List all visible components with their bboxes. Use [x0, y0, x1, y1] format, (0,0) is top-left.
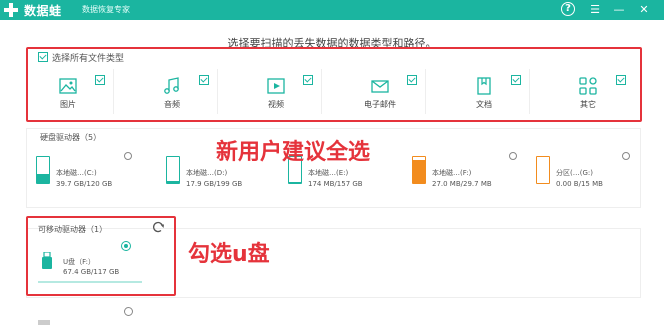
title-bar: 数据蛙 数据恢复专家 ? ☰ — ✕ [0, 0, 664, 20]
drive-radio[interactable] [622, 152, 630, 160]
drive-usage-fill [37, 174, 49, 183]
type-tile-audio[interactable]: 音频 [126, 69, 218, 114]
checkbox-icon[interactable] [616, 75, 626, 85]
menu-button[interactable]: ☰ [587, 2, 603, 18]
type-label: 音频 [164, 100, 180, 109]
drive-item[interactable]: 分区(…(G:) 0.00 B/15 MB [528, 150, 648, 195]
next-section-radio[interactable] [124, 307, 133, 316]
type-label: 文档 [476, 100, 492, 109]
document-icon [476, 77, 491, 95]
drive-size: 27.0 MB/29.7 MB [432, 180, 492, 188]
other-icon [579, 77, 597, 95]
checkbox-icon[interactable] [407, 75, 417, 85]
drive-size: 39.7 GB/120 GB [56, 180, 113, 188]
email-icon [370, 80, 389, 93]
checkbox-icon[interactable] [199, 75, 209, 85]
usb-drive-name: U盘（F:） [63, 258, 95, 266]
select-all-label: 选择所有文件类型 [52, 54, 125, 64]
drive-usage-fill [413, 159, 425, 183]
type-label: 图片 [60, 100, 76, 109]
drive-size: 174 MB/157 GB [308, 180, 363, 188]
drive-size: 0.00 B/15 MB [556, 180, 603, 188]
drive-name: 本地磁…(E:) [308, 169, 349, 177]
annotation-select-all: 新用户建议全选 [216, 140, 371, 165]
drive-name: 分区(…(G:) [556, 169, 593, 177]
drive-icon [36, 156, 50, 184]
drive-radio[interactable] [124, 152, 132, 160]
usb-drive-icon [42, 252, 52, 269]
usb-usage-bar [38, 281, 142, 283]
checkbox-icon[interactable] [303, 75, 313, 85]
drive-icon [536, 156, 550, 184]
usb-drive-size: 67.4 GB/117 GB [63, 268, 120, 276]
usb-drive-radio-selected[interactable] [121, 241, 131, 251]
drive-item[interactable]: 本地磁…(F:) 27.0 MB/29.7 MB [404, 150, 524, 195]
type-tile-email[interactable]: 电子邮件 [334, 69, 426, 114]
refresh-icon[interactable] [151, 220, 165, 234]
hard-disk-title: 硬盘驱动器（5） [40, 133, 102, 142]
drive-usage-fill [167, 180, 179, 183]
checkbox-icon[interactable] [511, 75, 521, 85]
drive-item[interactable]: 本地磁…(C:) 39.7 GB/120 GB [28, 150, 148, 195]
type-tile-documents[interactable]: 文档 [438, 69, 530, 114]
drive-size: 17.9 GB/199 GB [186, 180, 243, 188]
drive-icon [412, 156, 426, 184]
image-icon [58, 78, 77, 94]
removable-title: 可移动驱动器（1） [38, 225, 108, 234]
drive-usage-fill [289, 181, 301, 183]
drive-name: 本地磁…(F:) [432, 169, 472, 177]
minimize-button[interactable]: — [611, 2, 627, 18]
app-logo-icon [4, 3, 18, 17]
drive-name: 本地磁…(D:) [186, 169, 228, 177]
app-subtitle: 数据恢复专家 [82, 5, 130, 14]
help-button[interactable]: ? [561, 2, 575, 16]
type-label: 电子邮件 [364, 100, 396, 109]
type-label: 其它 [580, 100, 596, 109]
app-name: 数据蛙 [24, 4, 62, 18]
annotation-select-usb: 勾选u盘 [188, 242, 270, 267]
type-tile-other[interactable]: 其它 [542, 69, 634, 114]
next-section-icon [38, 320, 50, 325]
type-tile-video[interactable]: 视频 [230, 69, 322, 114]
audio-icon [163, 77, 179, 94]
type-tile-images[interactable]: 图片 [22, 69, 114, 114]
checkbox-icon [38, 52, 48, 62]
close-button[interactable]: ✕ [636, 2, 652, 18]
type-label: 视频 [268, 100, 284, 109]
drive-icon [166, 156, 180, 184]
select-all-types-checkbox[interactable]: 选择所有文件类型 [38, 51, 124, 64]
drive-name: 本地磁…(C:) [56, 169, 97, 177]
drive-radio[interactable] [509, 152, 517, 160]
video-icon [266, 78, 285, 94]
checkbox-icon[interactable] [95, 75, 105, 85]
